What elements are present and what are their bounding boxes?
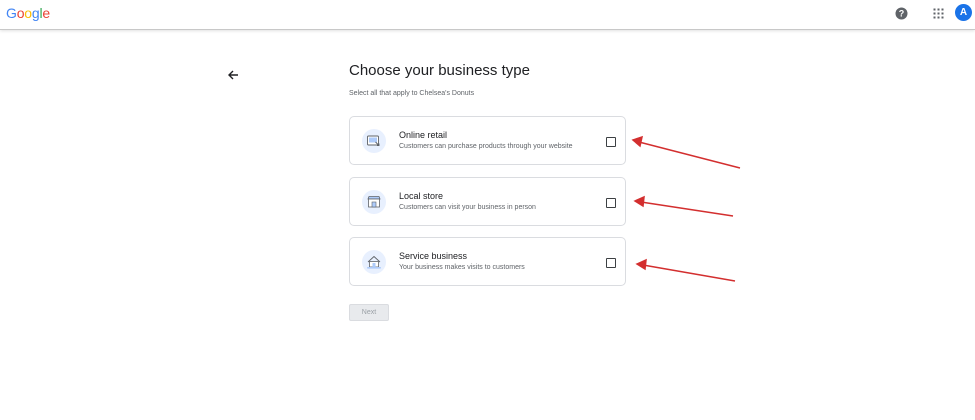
annotation-arrow [633,195,734,217]
annotation-arrow [635,258,736,282]
annotation-arrows [631,135,741,282]
annotation-arrow [631,135,741,169]
